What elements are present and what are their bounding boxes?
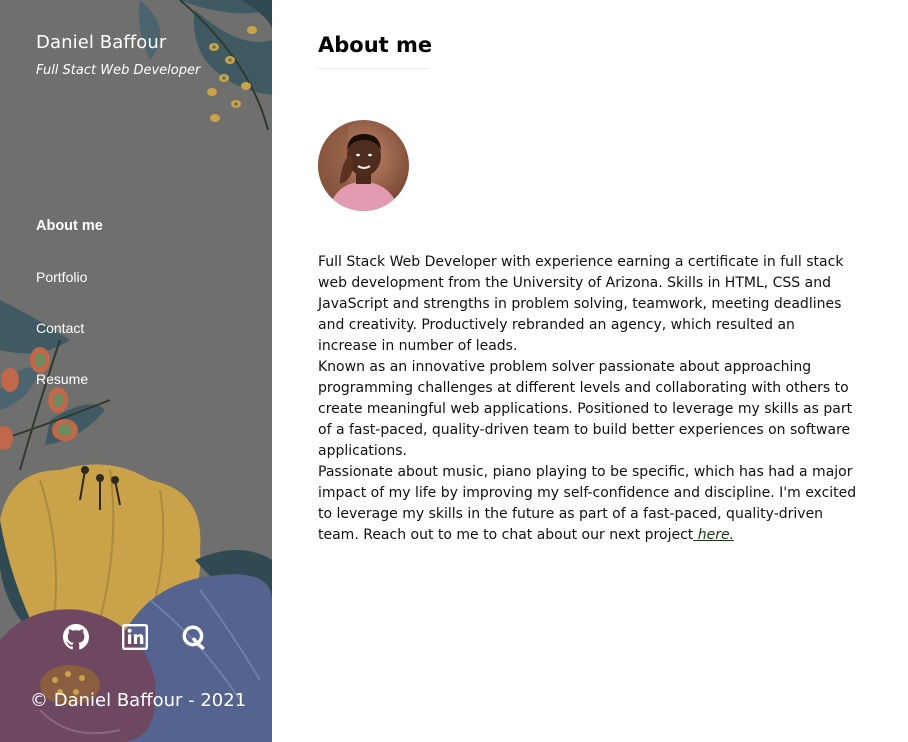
github-icon[interactable] xyxy=(63,624,89,650)
site-owner-name: Daniel Baffour xyxy=(36,32,167,53)
bio-text: Full Stack Web Developer with experience… xyxy=(318,252,858,546)
bio-paragraph-3-text: Passionate about music, piano playing to… xyxy=(318,464,857,543)
linkedin-icon[interactable] xyxy=(122,624,148,650)
quora-icon[interactable] xyxy=(181,624,207,650)
nav-item-portfolio[interactable]: Portfolio xyxy=(36,269,103,320)
bio-paragraph-2: Known as an innovative problem solver pa… xyxy=(318,359,853,459)
site-owner-role: Full Stact Web Developer xyxy=(36,63,201,78)
contact-here-link[interactable]: here. xyxy=(693,527,734,543)
bio-paragraph-1: Full Stack Web Developer with experience… xyxy=(318,254,844,354)
profile-photo xyxy=(318,120,409,211)
nav-item-about-me[interactable]: About me xyxy=(36,218,103,269)
page-title: About me xyxy=(318,33,433,57)
main-nav: About me Portfolio Contact Resume xyxy=(36,218,103,422)
sidebar: Daniel Baffour Full Stact Web Developer … xyxy=(0,0,272,742)
nav-item-contact[interactable]: Contact xyxy=(36,320,103,371)
copyright-notice: © Daniel Baffour - 2021 xyxy=(30,690,247,711)
bio-paragraph-3: Passionate about music, piano playing to… xyxy=(318,462,858,546)
title-underline xyxy=(318,68,430,69)
social-links xyxy=(63,624,207,650)
nav-item-resume[interactable]: Resume xyxy=(36,371,103,422)
